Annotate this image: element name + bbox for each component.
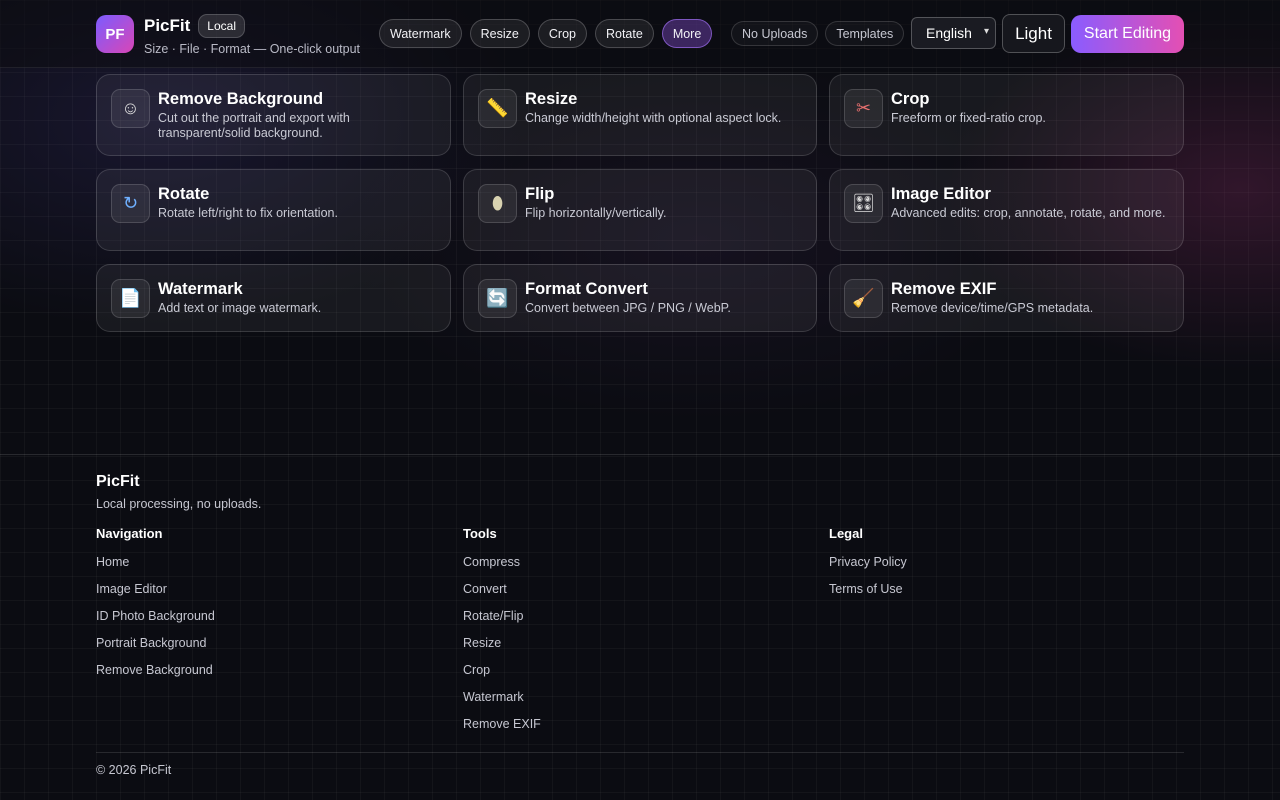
footer-link-remove-exif[interactable]: Remove EXIF xyxy=(463,717,541,744)
tool-title: Flip xyxy=(525,185,555,203)
chip-templates[interactable]: Templates xyxy=(825,21,905,46)
tool-card-resize[interactable]: 📏 Resize Change width/height with option… xyxy=(463,74,817,156)
face-outline-icon: ☺ xyxy=(111,89,150,128)
footer-tools: Tools Compress Convert Rotate/Flip Resiz… xyxy=(463,526,541,744)
tool-desc: Add text or image watermark. xyxy=(158,301,322,315)
footer-link-home[interactable]: Home xyxy=(96,555,215,582)
footer-navigation: Navigation Home Image Editor ID Photo Ba… xyxy=(96,526,215,690)
document-icon: 📄 xyxy=(111,279,150,318)
control-knobs-icon: 🎛 xyxy=(844,184,883,223)
chevron-down-icon: ▾ xyxy=(983,26,989,37)
footer-link-rotate-flip[interactable]: Rotate/Flip xyxy=(463,609,541,636)
language-select[interactable]: English ▾ xyxy=(911,17,996,49)
feature-chips: No Uploads Templates xyxy=(731,21,905,46)
footer-link-watermark[interactable]: Watermark xyxy=(463,690,541,717)
footer-link-remove-background[interactable]: Remove Background xyxy=(96,663,215,690)
local-badge: Local xyxy=(198,14,245,38)
tool-title: Remove EXIF xyxy=(891,280,997,298)
top-header: PF PicFit Local Size · File · Format — O… xyxy=(0,0,1280,68)
footer-legal: Legal Privacy Policy Terms of Use xyxy=(829,526,907,609)
footer-link-id-photo-background[interactable]: ID Photo Background xyxy=(96,609,215,636)
tool-title: Crop xyxy=(891,90,930,108)
footer-col-title: Tools xyxy=(463,526,497,541)
footer-link-compress[interactable]: Compress xyxy=(463,555,541,582)
tool-card-format-convert[interactable]: 🔄 Format Convert Convert between JPG / P… xyxy=(463,264,817,332)
tool-title: Image Editor xyxy=(891,185,991,203)
tool-card-remove-exif[interactable]: 🧹 Remove EXIF Remove device/time/GPS met… xyxy=(829,264,1184,332)
tool-desc: Advanced edits: crop, annotate, rotate, … xyxy=(891,206,1166,220)
tool-title: Rotate xyxy=(158,185,210,203)
footer-link-privacy-policy[interactable]: Privacy Policy xyxy=(829,555,907,582)
tool-title: Watermark xyxy=(158,280,243,298)
footer-col-title: Legal xyxy=(829,526,863,541)
brand-text: PicFit Local Size · File · Format — One-… xyxy=(144,14,361,56)
copyright: © 2026 PicFit xyxy=(96,763,172,777)
footer-link-portrait-background[interactable]: Portrait Background xyxy=(96,636,215,663)
tagline: Size · File · Format — One-click output xyxy=(144,42,361,56)
tool-card-rotate[interactable]: ↻ Rotate Rotate left/right to fix orient… xyxy=(96,169,451,251)
tool-card-crop[interactable]: ✂ Crop Freeform or fixed-ratio crop. xyxy=(829,74,1184,156)
convert-arrows-icon: 🔄 xyxy=(478,279,517,318)
tool-desc: Freeform or fixed-ratio crop. xyxy=(891,111,1046,125)
nav-resize[interactable]: Resize xyxy=(469,19,530,48)
footer-col-title: Navigation xyxy=(96,526,163,541)
theme-toggle-button[interactable]: Light xyxy=(1002,14,1065,53)
tool-title: Format Convert xyxy=(525,280,648,298)
footer-link-crop[interactable]: Crop xyxy=(463,663,541,690)
tool-title: Remove Background xyxy=(158,90,324,108)
broom-icon: 🧹 xyxy=(844,279,883,318)
footer-link-convert[interactable]: Convert xyxy=(463,582,541,609)
tool-card-remove-background[interactable]: ☺ Remove Background Cut out the portrait… xyxy=(96,74,451,156)
tool-card-image-editor[interactable]: 🎛 Image Editor Advanced edits: crop, ann… xyxy=(829,169,1184,251)
brand-name: PicFit xyxy=(144,16,191,35)
nav-rotate[interactable]: Rotate xyxy=(594,19,654,48)
mirror-icon: ⬮ xyxy=(478,184,517,223)
tool-grid: ☺ Remove Background Cut out the portrait… xyxy=(96,74,1184,332)
footer-link-image-editor[interactable]: Image Editor xyxy=(96,582,215,609)
brand[interactable]: PF PicFit Local Size · File · Format — O… xyxy=(96,14,361,56)
tool-title: Resize xyxy=(525,90,578,108)
scissors-icon: ✂ xyxy=(844,89,883,128)
language-value: English xyxy=(926,25,972,41)
tool-card-watermark[interactable]: 📄 Watermark Add text or image watermark. xyxy=(96,264,451,332)
main-nav: Watermark Resize Crop Rotate More xyxy=(379,19,713,48)
tool-card-flip[interactable]: ⬮ Flip Flip horizontally/vertically. xyxy=(463,169,817,251)
footer-divider xyxy=(0,454,1280,455)
tool-desc: Flip horizontally/vertically. xyxy=(525,206,667,220)
tool-desc: Remove device/time/GPS metadata. xyxy=(891,301,1094,315)
tool-desc: Rotate left/right to fix orientation. xyxy=(158,206,338,220)
footer-subtitle: Local processing, no uploads. xyxy=(96,497,262,511)
logo-mark: PF xyxy=(96,15,134,53)
tool-desc: Cut out the portrait and export with tra… xyxy=(158,111,350,140)
footer-bottom-divider xyxy=(96,752,1184,753)
chip-no-uploads: No Uploads xyxy=(731,21,819,46)
start-editing-button[interactable]: Start Editing xyxy=(1071,15,1184,53)
nav-crop[interactable]: Crop xyxy=(537,19,587,48)
rotate-arrow-icon: ↻ xyxy=(111,184,150,223)
footer-link-resize[interactable]: Resize xyxy=(463,636,541,663)
tool-desc: Convert between JPG / PNG / WebP. xyxy=(525,301,731,315)
nav-watermark[interactable]: Watermark xyxy=(379,19,462,48)
ruler-icon: 📏 xyxy=(478,89,517,128)
footer-brand: PicFit xyxy=(96,473,140,490)
footer-link-terms-of-use[interactable]: Terms of Use xyxy=(829,582,907,609)
tool-desc: Change width/height with optional aspect… xyxy=(525,111,782,125)
nav-more[interactable]: More xyxy=(661,19,713,48)
